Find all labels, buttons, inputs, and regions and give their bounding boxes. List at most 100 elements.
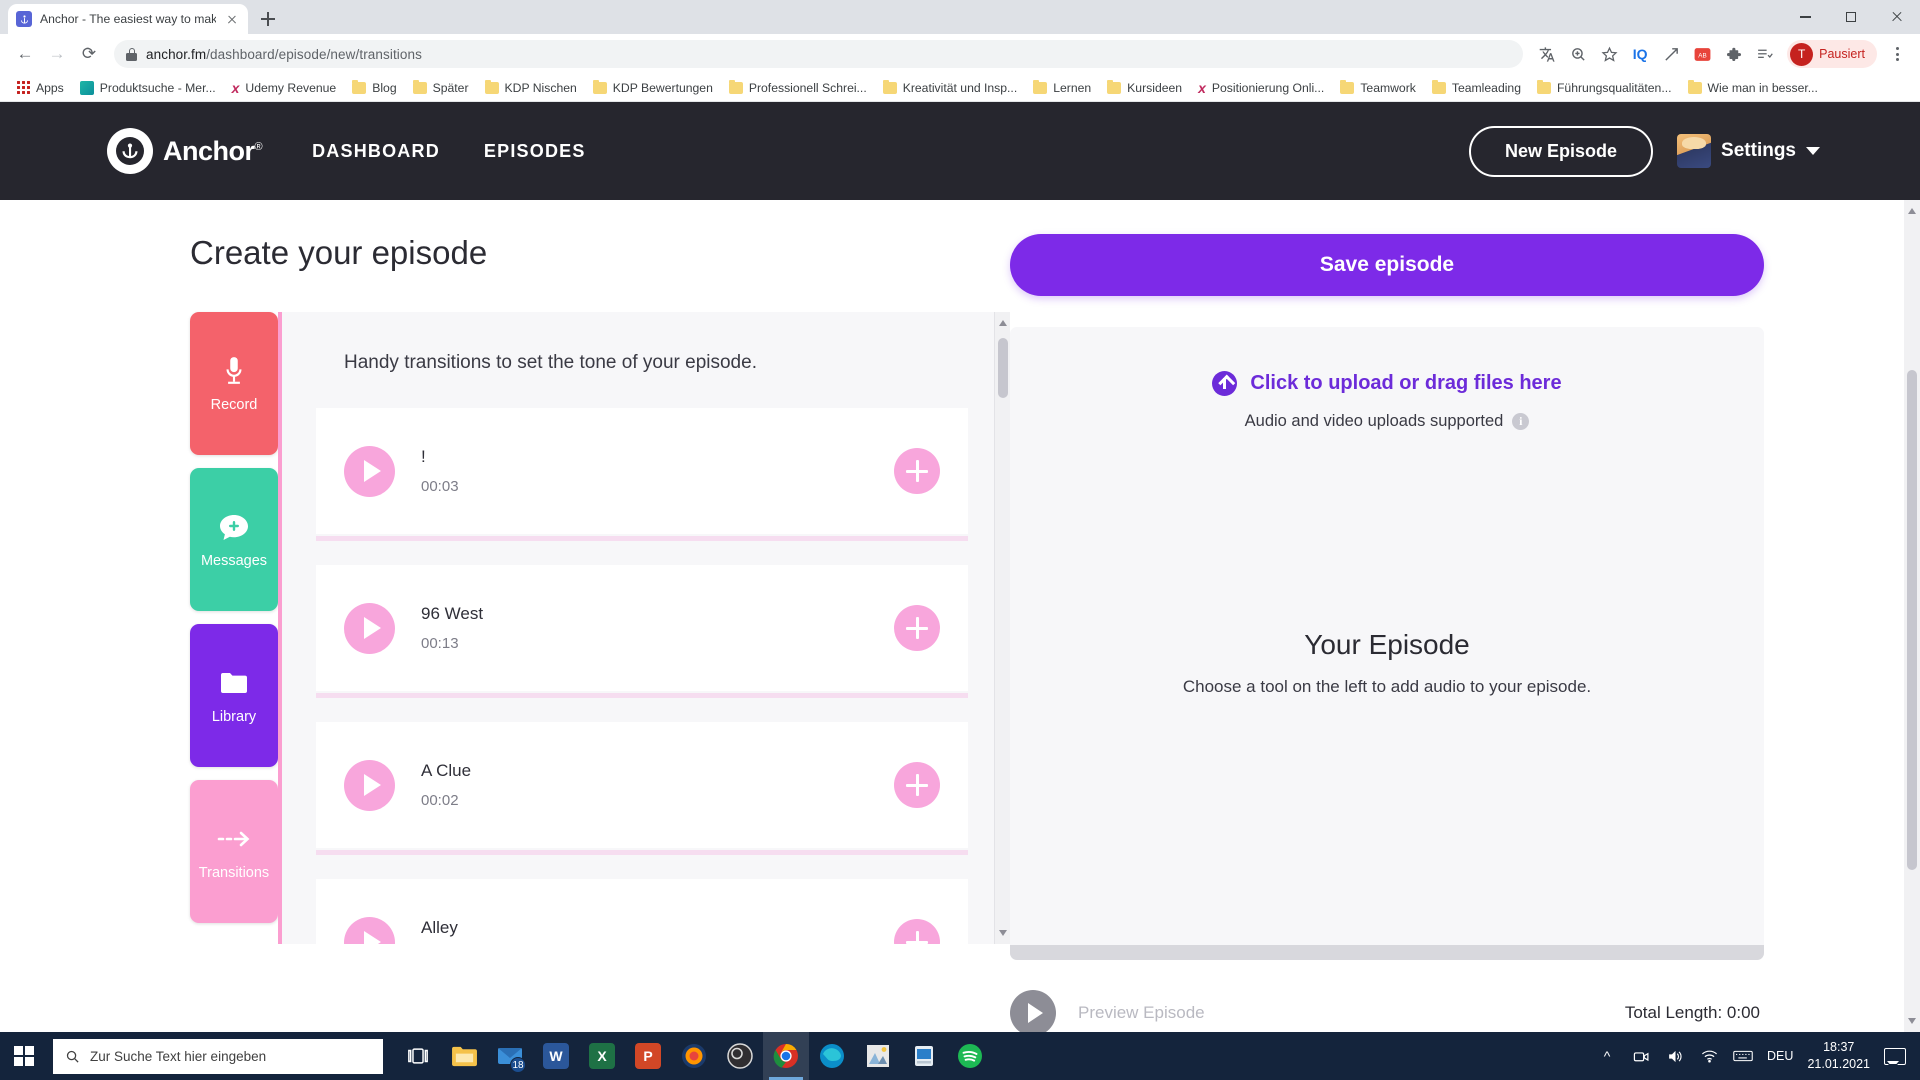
start-button[interactable] bbox=[0, 1032, 48, 1080]
reading-list-icon[interactable] bbox=[1750, 40, 1778, 68]
mail-icon[interactable]: 18 bbox=[487, 1032, 533, 1080]
bookmark-item[interactable]: x Udemy Revenue bbox=[225, 78, 344, 98]
camera-tray-icon[interactable] bbox=[1631, 1049, 1651, 1064]
profile-chip[interactable]: T Pausiert bbox=[1787, 40, 1877, 68]
info-icon[interactable]: i bbox=[1512, 413, 1530, 430]
iq-extension-icon[interactable]: IQ bbox=[1626, 40, 1654, 68]
transition-row[interactable]: A Clue 00:02 bbox=[316, 722, 968, 855]
firefox-icon[interactable] bbox=[671, 1032, 717, 1080]
save-episode-button[interactable]: Save episode bbox=[1010, 234, 1764, 296]
translate-icon[interactable] bbox=[1533, 40, 1561, 68]
bookmark-label: Kursideen bbox=[1127, 80, 1183, 95]
chrome-icon[interactable] bbox=[763, 1032, 809, 1080]
bookmark-item[interactable]: Teamleading bbox=[1425, 78, 1528, 98]
edge-icon[interactable] bbox=[809, 1032, 855, 1080]
back-icon[interactable]: ← bbox=[10, 39, 40, 69]
minimize-button[interactable] bbox=[1782, 0, 1828, 34]
tool-library[interactable]: Library bbox=[190, 624, 278, 767]
bookmark-item[interactable]: Lernen bbox=[1026, 78, 1098, 98]
message-plus-icon bbox=[217, 510, 251, 544]
volume-icon[interactable] bbox=[1665, 1049, 1685, 1064]
close-tab-icon[interactable] bbox=[224, 11, 240, 27]
powerpoint-icon[interactable]: P bbox=[625, 1032, 671, 1080]
lock-icon bbox=[126, 47, 137, 61]
puzzle-extension-icon[interactable] bbox=[1719, 40, 1747, 68]
page-scroll-up-icon[interactable] bbox=[1908, 208, 1916, 214]
add-transition-button[interactable] bbox=[894, 762, 940, 808]
preview-play-icon[interactable] bbox=[1010, 990, 1056, 1032]
wifi-icon[interactable] bbox=[1699, 1049, 1719, 1063]
tool-record[interactable]: Record bbox=[190, 312, 278, 455]
maximize-button[interactable] bbox=[1828, 0, 1874, 34]
bookmark-item[interactable]: Teamwork bbox=[1333, 78, 1423, 98]
svg-text:AB: AB bbox=[1698, 52, 1706, 59]
bookmark-item[interactable]: Blog bbox=[345, 78, 403, 98]
page-scrollbar[interactable] bbox=[1904, 200, 1920, 1032]
ad-blocker-icon[interactable]: AB bbox=[1688, 40, 1716, 68]
taskbar-search[interactable]: Zur Suche Text hier eingeben bbox=[53, 1038, 383, 1074]
scroll-up-icon[interactable] bbox=[999, 320, 1007, 326]
episode-panel[interactable]: Click to upload or drag files here Audio… bbox=[1010, 327, 1764, 960]
bookmark-item[interactable]: Später bbox=[406, 78, 476, 98]
address-bar[interactable]: anchor.fm/dashboard/episode/new/transiti… bbox=[114, 40, 1524, 68]
tool-messages[interactable]: Messages bbox=[190, 468, 278, 611]
close-window-button[interactable] bbox=[1874, 0, 1920, 34]
bookmark-item[interactable]: Apps bbox=[10, 78, 71, 98]
play-icon[interactable] bbox=[344, 759, 395, 811]
episode-empty-state: Your Episode Choose a tool on the left t… bbox=[1183, 629, 1591, 697]
scrollbar-thumb[interactable] bbox=[998, 338, 1008, 398]
upload-dropzone[interactable]: Click to upload or drag files here bbox=[1212, 371, 1562, 396]
page-title: Create your episode bbox=[190, 234, 488, 271]
scroll-down-icon[interactable] bbox=[999, 930, 1007, 936]
bookmark-item[interactable]: KDP Nischen bbox=[478, 78, 584, 98]
reload-icon[interactable]: ⟳ bbox=[74, 39, 104, 69]
bookmark-item[interactable]: Führungsqualitäten... bbox=[1530, 78, 1679, 98]
action-center-icon[interactable] bbox=[1884, 1047, 1906, 1070]
new-tab-button[interactable] bbox=[254, 5, 282, 33]
photo-editor-icon[interactable] bbox=[855, 1032, 901, 1080]
add-transition-button[interactable] bbox=[894, 448, 940, 494]
zoom-icon[interactable] bbox=[1564, 40, 1592, 68]
add-transition-button[interactable] bbox=[894, 605, 940, 651]
anchor-logo[interactable]: Anchor® bbox=[107, 128, 263, 174]
transition-row[interactable]: Alley00:10 bbox=[316, 879, 968, 944]
spotify-icon[interactable] bbox=[947, 1032, 993, 1080]
camtasia-icon[interactable] bbox=[901, 1032, 947, 1080]
show-hidden-icons-icon[interactable]: ^ bbox=[1597, 1048, 1617, 1064]
play-icon[interactable] bbox=[344, 602, 395, 654]
page-scroll-down-icon[interactable] bbox=[1908, 1018, 1916, 1024]
nav-link-dashboard[interactable]: DASHBOARD bbox=[312, 141, 440, 162]
bookmark-item[interactable]: x Positionierung Onli... bbox=[1191, 78, 1331, 98]
task-view-icon[interactable] bbox=[395, 1032, 441, 1080]
transition-row[interactable]: ! 00:03 bbox=[316, 408, 968, 541]
bookmark-item[interactable]: Professionell Schrei... bbox=[722, 78, 874, 98]
bookmark-item[interactable]: Produktsuche - Mer... bbox=[73, 78, 223, 98]
add-transition-button[interactable] bbox=[894, 919, 940, 944]
taskbar-clock[interactable]: 18:37 21.01.2021 bbox=[1807, 1039, 1870, 1073]
bookmark-item[interactable]: Kursideen bbox=[1100, 78, 1189, 98]
chrome-menu-button[interactable] bbox=[1884, 47, 1910, 61]
share-extension-icon[interactable] bbox=[1657, 40, 1685, 68]
microphone-icon bbox=[217, 354, 251, 388]
bookmark-item[interactable]: KDP Bewertungen bbox=[586, 78, 720, 98]
word-icon[interactable]: W bbox=[533, 1032, 579, 1080]
new-episode-button[interactable]: New Episode bbox=[1469, 125, 1654, 177]
bookmark-item[interactable]: Wie man in besser... bbox=[1681, 78, 1825, 98]
bookmark-star-icon[interactable] bbox=[1595, 40, 1623, 68]
excel-icon[interactable]: X bbox=[579, 1032, 625, 1080]
bookmark-item[interactable]: Kreativität und Insp... bbox=[876, 78, 1025, 98]
settings-menu[interactable]: Settings bbox=[1677, 134, 1820, 168]
play-icon[interactable] bbox=[344, 445, 395, 497]
forward-icon[interactable]: → bbox=[42, 39, 72, 69]
play-icon[interactable] bbox=[344, 916, 395, 944]
language-indicator[interactable]: DEU bbox=[1767, 1049, 1793, 1063]
transitions-scrollbar[interactable] bbox=[994, 312, 1010, 944]
browser-tab[interactable]: Anchor - The easiest way to mak bbox=[8, 4, 248, 34]
page-scrollbar-thumb[interactable] bbox=[1907, 370, 1917, 870]
nav-link-episodes[interactable]: EPISODES bbox=[484, 141, 586, 162]
obs-icon[interactable] bbox=[717, 1032, 763, 1080]
keyboard-icon[interactable] bbox=[1733, 1049, 1753, 1063]
tool-transitions[interactable]: Transitions bbox=[190, 780, 278, 923]
transition-row[interactable]: 96 West 00:13 bbox=[316, 565, 968, 698]
file-explorer-icon[interactable] bbox=[441, 1032, 487, 1080]
